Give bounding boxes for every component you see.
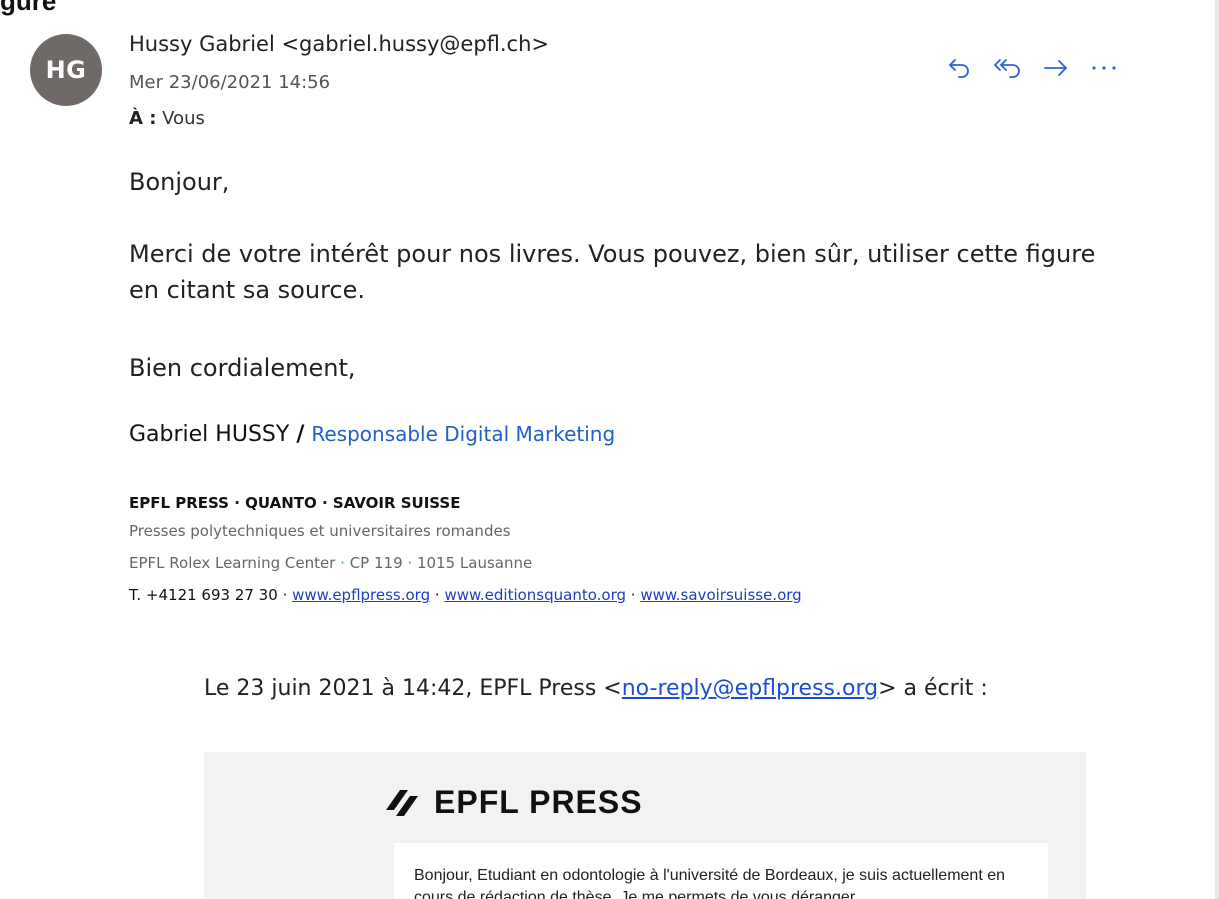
address-part: CP 119 bbox=[349, 554, 403, 572]
closing-text: Bien cordialement, bbox=[129, 354, 356, 382]
quoted-message-text: Bonjour, Etudiant en odontologie à l'uni… bbox=[414, 867, 1005, 899]
epfl-press-logo-icon bbox=[386, 789, 418, 816]
quoted-message-card: Bonjour, Etudiant en odontologie à l'uni… bbox=[394, 843, 1048, 899]
quoted-header: Le 23 juin 2021 à 14:42, EPFL Press <no-… bbox=[204, 676, 988, 701]
greeting-text: Bonjour, bbox=[129, 168, 230, 196]
signature-separator: / bbox=[296, 422, 305, 447]
reply-button[interactable] bbox=[936, 48, 984, 88]
more-icon bbox=[1092, 66, 1116, 70]
avatar[interactable]: HG bbox=[30, 34, 102, 106]
epfl-press-logo: EPFL PRESS bbox=[384, 784, 643, 821]
sender-name[interactable]: Hussy Gabriel <gabriel.hussy@epfl.ch> bbox=[129, 32, 549, 56]
scrollbar-track[interactable] bbox=[1215, 0, 1219, 899]
separator-dot: · bbox=[630, 586, 636, 604]
signature-contact: T. +4121 693 27 30 · www.epflpress.org ·… bbox=[129, 586, 802, 604]
previous-content-fragment: gure bbox=[0, 0, 57, 16]
forward-icon bbox=[1044, 60, 1067, 76]
message-date: Mer 23/06/2021 14:56 bbox=[129, 72, 331, 93]
signature-phone: T. +4121 693 27 30 bbox=[129, 586, 278, 604]
body-paragraph: Merci de votre intérêt pour nos livres. … bbox=[129, 240, 1096, 304]
link-savoirsuisse[interactable]: www.savoirsuisse.org bbox=[640, 586, 801, 604]
address-part: EPFL Rolex Learning Center bbox=[129, 554, 336, 572]
signature-subtitle: Presses polytechniques et universitaires… bbox=[129, 522, 511, 540]
message-actions bbox=[936, 48, 1128, 88]
recipient-line: À : Vous bbox=[129, 108, 205, 129]
separator-dot: · bbox=[340, 554, 345, 572]
reply-all-icon bbox=[994, 59, 1020, 78]
reply-all-button[interactable] bbox=[984, 48, 1032, 88]
separator-dot: · bbox=[282, 586, 288, 604]
quoted-intro-end: > a écrit : bbox=[878, 676, 988, 701]
to-recipient[interactable]: Vous bbox=[162, 108, 205, 129]
forward-button[interactable] bbox=[1032, 48, 1080, 88]
separator-dot: · bbox=[434, 586, 440, 604]
signature-brand: EPFL PRESS · QUANTO · SAVOIR SUISSE bbox=[129, 494, 461, 512]
more-button[interactable] bbox=[1080, 48, 1128, 88]
signature-address: EPFL Rolex Learning Center · CP 119 · 10… bbox=[129, 554, 532, 572]
address-part: 1015 Lausanne bbox=[416, 554, 533, 572]
link-epflpress[interactable]: www.epflpress.org bbox=[292, 586, 430, 604]
signature-role: Responsable Digital Marketing bbox=[311, 422, 616, 446]
signature-name-line: Gabriel HUSSY / Responsable Digital Mark… bbox=[129, 422, 615, 447]
link-editionsquanto[interactable]: www.editionsquanto.org bbox=[444, 586, 626, 604]
logo-text: EPFL PRESS bbox=[434, 784, 643, 820]
signature-name: Gabriel HUSSY bbox=[129, 422, 290, 447]
reply-icon bbox=[949, 59, 969, 78]
quoted-email-link[interactable]: no-reply@epflpress.org bbox=[622, 676, 878, 701]
to-label: À : bbox=[129, 108, 157, 129]
quoted-intro: Le 23 juin 2021 à 14:42, EPFL Press < bbox=[204, 676, 622, 701]
separator-dot: · bbox=[407, 554, 413, 572]
